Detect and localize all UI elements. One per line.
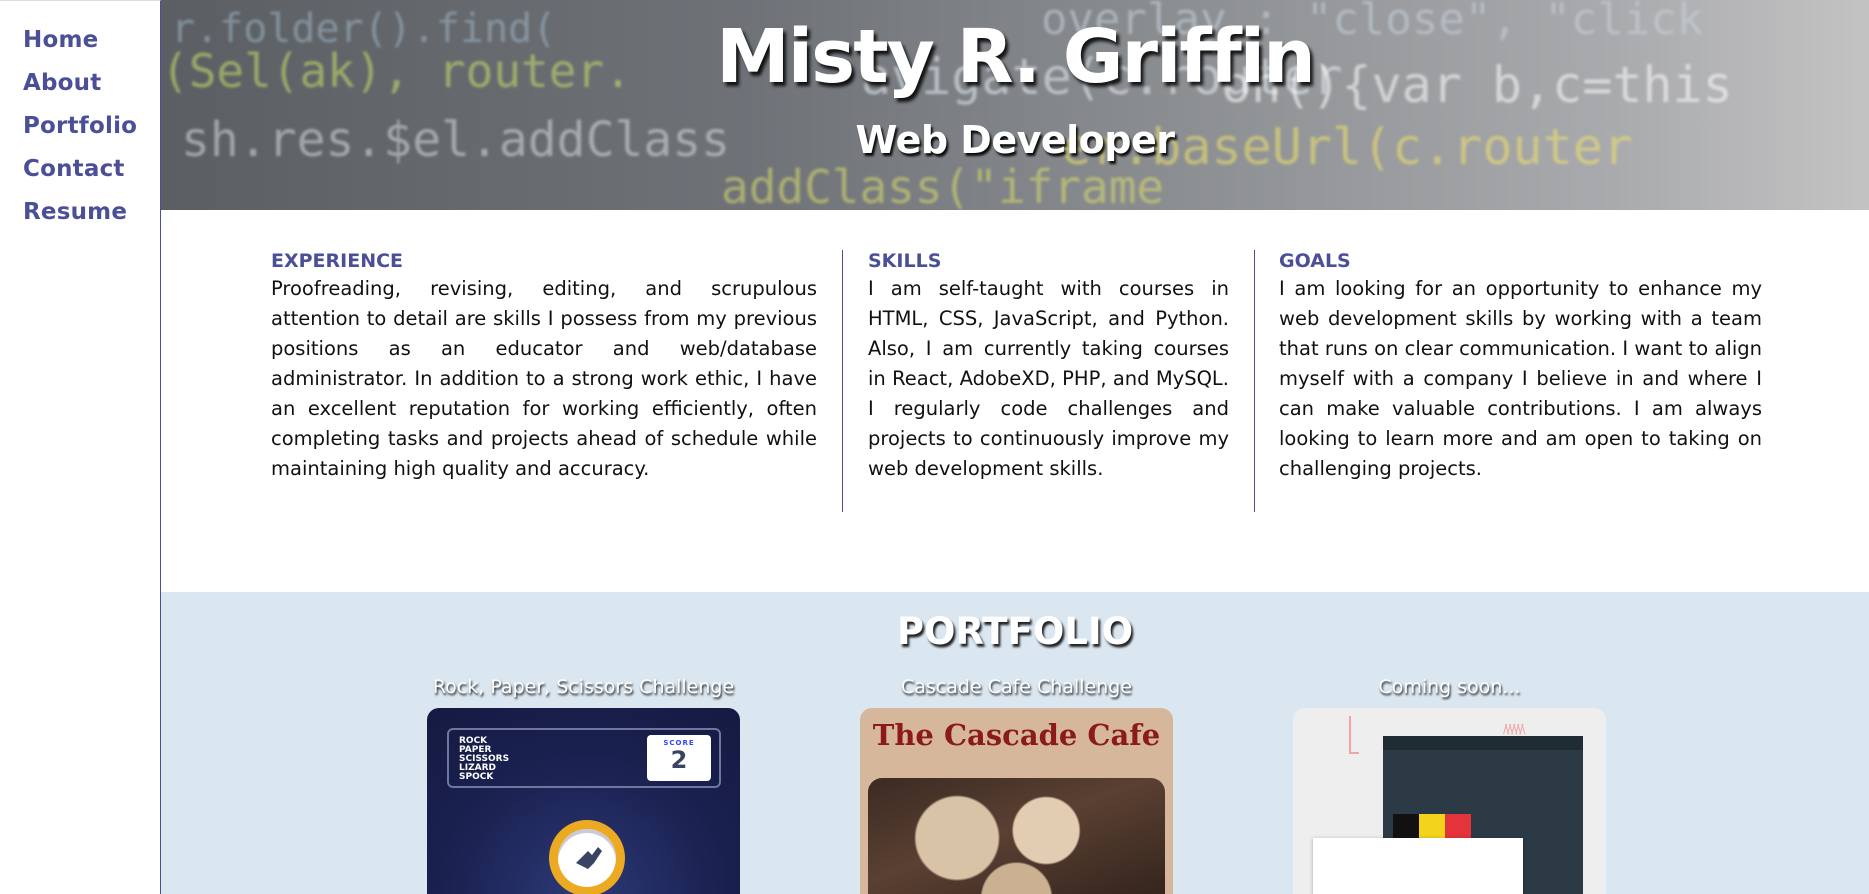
zigzag-decoration-icon: /\/\/\/\/\ xyxy=(1503,722,1525,736)
app-preview-light-card xyxy=(1313,838,1523,894)
nav-item-home: Home xyxy=(23,27,160,70)
nav-link-contact[interactable]: Contact xyxy=(23,156,125,182)
about-section: EXPERIENCE Proofreading, revising, editi… xyxy=(0,250,1869,512)
column-divider xyxy=(842,250,843,512)
rps-score-box: SCORE 2 xyxy=(647,735,711,781)
portfolio-card-label: Rock, Paper, Scissors Challenge xyxy=(432,676,735,698)
nav-link-home[interactable]: Home xyxy=(23,27,98,53)
decorative-line xyxy=(1349,752,1359,754)
nav-item-contact: Contact xyxy=(23,156,160,199)
nav-item-about: About xyxy=(23,70,160,113)
skills-heading: SKILLS xyxy=(868,250,942,272)
portfolio-card-label: Cascade Cafe Challenge xyxy=(900,676,1132,698)
hero-banner: r.folder().find( overlay : "close", "cli… xyxy=(161,0,1869,210)
nav-link-about[interactable]: About xyxy=(23,70,101,96)
app-preview-header xyxy=(1383,736,1583,750)
nav-link-portfolio[interactable]: Portfolio xyxy=(23,113,137,139)
goals-text: I am looking for an opportunity to enhan… xyxy=(1279,277,1762,480)
skills-text: I am self-taught with courses in HTML, C… xyxy=(868,277,1229,480)
rps-thumbnail[interactable]: ROCK PAPER SCISSORS LIZARD SPOCK SCORE 2 xyxy=(427,708,740,894)
rps-title-words: ROCK PAPER SCISSORS LIZARD SPOCK xyxy=(459,737,509,782)
rps-score-value: 2 xyxy=(670,746,688,774)
portfolio-section: PORTFOLIO Rock, Paper, Scissors Challeng… xyxy=(161,592,1869,894)
hero-name: Misty R. Griffin xyxy=(716,14,1316,100)
skills-column: SKILLS I am self-taught with courses in … xyxy=(868,250,1229,484)
coffee-cups-image xyxy=(868,778,1165,894)
cafe-thumbnail-title: The Cascade Cafe xyxy=(872,718,1161,752)
nav-link-resume[interactable]: Resume xyxy=(23,199,127,225)
rps-word: SPOCK xyxy=(459,772,494,782)
column-divider xyxy=(1254,250,1255,512)
hand-icon xyxy=(576,847,602,869)
experience-text: Proofreading, revising, editing, and scr… xyxy=(271,277,817,480)
scissors-token-icon xyxy=(549,820,625,894)
goals-column: GOALS I am looking for an opportunity to… xyxy=(1279,250,1762,484)
coming-soon-thumbnail[interactable]: /\/\/\/\/\ xyxy=(1293,708,1606,894)
portfolio-card-label: Coming soon... xyxy=(1378,676,1521,698)
hero-role: Web Developer xyxy=(855,118,1175,162)
goals-heading: GOALS xyxy=(1279,250,1351,272)
experience-column: EXPERIENCE Proofreading, revising, editi… xyxy=(271,250,817,484)
portfolio-title: PORTFOLIO xyxy=(896,610,1134,653)
rps-header-box: ROCK PAPER SCISSORS LIZARD SPOCK SCORE 2 xyxy=(447,728,721,788)
nav-item-portfolio: Portfolio xyxy=(23,113,160,156)
cafe-thumbnail[interactable]: The Cascade Cafe xyxy=(860,708,1173,894)
decorative-line xyxy=(1349,716,1351,754)
experience-heading: EXPERIENCE xyxy=(271,250,404,272)
nav-item-resume: Resume xyxy=(23,199,160,242)
nav-list: Home About Portfolio Contact Resume xyxy=(0,1,160,242)
